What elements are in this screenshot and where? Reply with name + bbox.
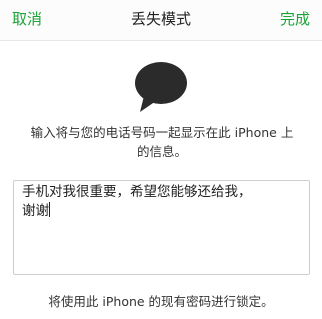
speech-bubble-icon: [135, 62, 187, 112]
passcode-note: 将使用此 iPhone 的现有密码进行锁定。: [48, 294, 274, 309]
lost-mode-screen: 取消 丢失模式 完成 输入将与您的电话号码一起显示在此 iPhone 上 的信息…: [0, 0, 322, 319]
message-input[interactable]: 手机对我很重要，希望您能够还给我， 谢谢: [13, 180, 310, 275]
text-cursor: [49, 202, 50, 217]
navigation-bar: 取消 丢失模式 完成: [0, 0, 322, 41]
message-line-2-text: 谢谢: [22, 203, 49, 219]
done-button[interactable]: 完成: [280, 8, 310, 29]
message-line-1: 手机对我很重要，希望您能够还给我，: [22, 184, 252, 200]
description-line-1: 输入将与您的电话号码一起显示在此 iPhone 上: [30, 125, 294, 140]
page-title: 丢失模式: [130, 10, 191, 28]
message-line-2: 谢谢: [22, 202, 301, 221]
description-line-2: 的信息。: [136, 144, 187, 159]
description-text: 输入将与您的电话号码一起显示在此 iPhone 上 的信息。: [8, 123, 316, 161]
